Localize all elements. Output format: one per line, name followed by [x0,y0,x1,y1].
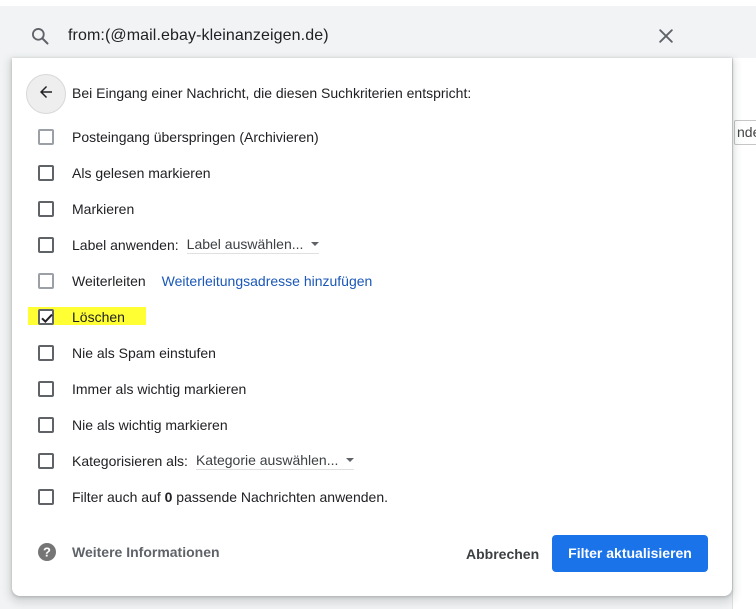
option-label-before: Filter auch auf [72,489,165,505]
option-forward[interactable]: Weiterleiten Weiterleitungsadresse hinzu… [38,269,372,293]
search-icon[interactable] [30,26,50,46]
search-input[interactable]: from:(@mail.ebay-kleinanzeigen.de) [68,27,329,45]
background-input: nde [734,120,756,145]
option-skip-inbox[interactable]: Posteingang überspringen (Archivieren) [38,125,319,149]
cancel-button[interactable]: Abbrechen [458,536,547,572]
option-always-important[interactable]: Immer als wichtig markieren [38,377,246,401]
label-select[interactable]: Label auswählen... [186,236,320,254]
filter-dialog: Bei Eingang einer Nachricht, die diesen … [12,58,732,596]
dialog-heading: Bei Eingang einer Nachricht, die diesen … [72,85,472,101]
option-label: Filter auch auf 0 passende Nachrichten a… [72,489,388,505]
option-label: Weiterleiten [72,273,146,289]
option-label: Löschen [72,309,125,325]
option-apply-existing[interactable]: Filter auch auf 0 passende Nachrichten a… [38,485,388,509]
option-never-important[interactable]: Nie als wichtig markieren [38,413,228,437]
option-label: Als gelesen markieren [72,165,211,181]
search-bar[interactable]: from:(@mail.ebay-kleinanzeigen.de) [12,14,732,58]
option-label: Nie als Spam einstufen [72,345,216,361]
checkbox[interactable] [38,453,54,469]
label-select-value: Label auswählen... [186,236,304,252]
category-select-value: Kategorie auswählen... [195,452,339,468]
more-info-link[interactable]: Weitere Informationen [72,544,220,560]
checkbox[interactable] [38,165,54,181]
option-mark-read[interactable]: Als gelesen markieren [38,161,211,185]
option-apply-label[interactable]: Label anwenden: Label auswählen... [38,233,320,257]
option-star[interactable]: Markieren [38,197,134,221]
checkbox[interactable] [38,201,54,217]
checkbox[interactable] [38,381,54,397]
checkbox[interactable] [38,237,54,253]
option-label: Immer als wichtig markieren [72,381,247,397]
option-label: Label anwenden: [72,237,179,253]
option-delete[interactable]: Löschen [38,305,125,329]
category-select[interactable]: Kategorie auswählen... [195,452,355,470]
checkbox[interactable] [38,129,54,145]
caret-down-icon [311,242,320,246]
option-label: Kategorisieren als: [72,453,188,469]
option-categorize[interactable]: Kategorisieren als: Kategorie auswählen.… [38,449,355,473]
update-filter-button[interactable]: Filter aktualisieren [552,535,708,572]
top-strip [0,0,756,6]
option-label: Posteingang überspringen (Archivieren) [72,129,319,145]
checkbox[interactable] [38,489,54,505]
back-button[interactable] [26,74,66,114]
svg-text:?: ? [43,545,51,560]
option-label: Nie als wichtig markieren [72,417,228,433]
caret-down-icon [346,458,355,462]
checkbox[interactable] [38,345,54,361]
help-icon[interactable]: ? [37,542,57,562]
checkbox-checked[interactable] [38,309,54,325]
checkbox[interactable] [38,273,54,289]
option-label-after: passende Nachrichten anwenden. [172,489,388,505]
arrow-left-icon [37,83,55,106]
add-forwarding-address-link[interactable]: Weiterleitungsadresse hinzufügen [162,273,373,289]
checkbox[interactable] [38,417,54,433]
option-label: Markieren [72,201,135,217]
close-icon[interactable] [656,26,676,46]
option-never-spam[interactable]: Nie als Spam einstufen [38,341,216,365]
